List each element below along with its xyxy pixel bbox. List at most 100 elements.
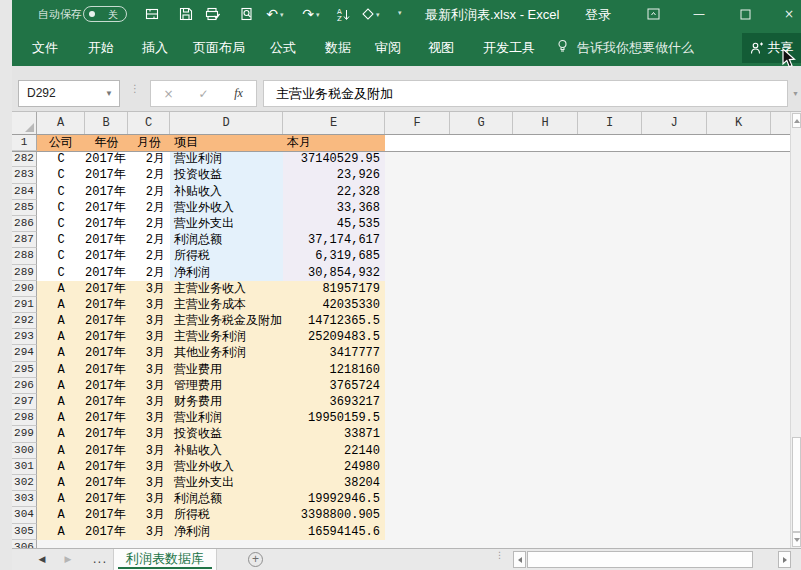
cell-E303[interactable]: 19992946.5 [283,491,385,507]
redo-icon[interactable]: ↷ [299,5,317,23]
cell-K283[interactable] [707,167,771,183]
cell-D305[interactable]: 净利润 [170,524,283,540]
cell-K303[interactable] [707,491,771,507]
cell-I300[interactable] [578,443,642,459]
print-preview-icon[interactable] [238,5,256,23]
cell-B303[interactable]: 2017年 [85,491,128,507]
cell-I284[interactable] [578,184,642,200]
cell-D1[interactable]: 项目 [170,135,283,151]
cell-J302[interactable] [642,475,707,491]
cell-A291[interactable]: A [37,297,85,313]
cell-H298[interactable] [513,410,578,426]
cell-I306[interactable] [578,540,642,548]
cell-A288[interactable]: C [37,248,85,264]
cell-I287[interactable] [578,232,642,248]
cell-L293[interactable] [771,329,790,345]
cell-C305[interactable]: 3月 [128,524,170,540]
form-icon[interactable] [143,5,161,23]
cell-L296[interactable] [771,378,790,394]
cell-K293[interactable] [707,329,771,345]
cell-J306[interactable] [642,540,707,548]
scroll-right-button[interactable] [778,551,791,568]
name-box-dropdown-icon[interactable]: ▼ [105,81,113,106]
row-header-293[interactable]: 293 [12,329,37,345]
prev-sheet-button[interactable]: ◀ [35,549,49,570]
row-header-296[interactable]: 296 [12,378,37,394]
cell-F293[interactable] [385,329,450,345]
cell-D295[interactable]: 营业费用 [170,362,283,378]
cell-D291[interactable]: 主营业务成本 [170,297,283,313]
cell-B289[interactable]: 2017年 [85,265,128,281]
cell-L284[interactable] [771,184,790,200]
cell-F306[interactable] [385,540,450,548]
cell-L289[interactable] [771,265,790,281]
cell-J300[interactable] [642,443,707,459]
ribbon-tab-view[interactable]: 视图 [428,39,454,57]
cell-H303[interactable] [513,491,578,507]
cell-H297[interactable] [513,394,578,410]
cell-L298[interactable] [771,410,790,426]
column-header-K[interactable]: K [707,112,771,134]
cell-E302[interactable]: 38204 [283,475,385,491]
cell-I302[interactable] [578,475,642,491]
cell-F284[interactable] [385,184,450,200]
cell-L283[interactable] [771,167,790,183]
tab-scroll-splitter[interactable]: ⋮ [495,553,499,557]
ribbon-tab-data[interactable]: 数据 [325,39,351,57]
formula-bar-splitter[interactable]: ⋮ [130,86,134,104]
cell-J283[interactable] [642,167,707,183]
cell-L301[interactable] [771,459,790,475]
cell-C303[interactable]: 3月 [128,491,170,507]
quick-print-icon[interactable] [203,5,221,23]
row-header-285[interactable]: 285 [12,200,37,216]
vertical-scrollbar[interactable] [790,112,801,548]
cell-C296[interactable]: 3月 [128,378,170,394]
row-header-282[interactable]: 282 [12,151,37,167]
cell-F294[interactable] [385,345,450,361]
cell-B296[interactable]: 2017年 [85,378,128,394]
cell-F289[interactable] [385,265,450,281]
cell-A306[interactable] [37,540,85,548]
cell-B1[interactable]: 年份 [85,135,128,151]
cell-A304[interactable]: A [37,507,85,523]
cell-C299[interactable]: 3月 [128,426,170,442]
cell-E306[interactable] [283,540,385,548]
cell-K286[interactable] [707,216,771,232]
column-header-B[interactable]: B [85,112,128,134]
column-header-C[interactable]: C [128,112,170,134]
cell-J303[interactable] [642,491,707,507]
cell-L285[interactable] [771,200,790,216]
customize-qat-icon[interactable]: ▾ [398,9,402,17]
ribbon-display-options-icon[interactable] [638,0,668,28]
cell-C293[interactable]: 3月 [128,329,170,345]
cell-F282[interactable] [385,151,450,167]
cell-C294[interactable]: 3月 [128,345,170,361]
cell-L290[interactable] [771,281,790,297]
cell-J282[interactable] [642,151,707,167]
cell-F305[interactable] [385,524,450,540]
cell-K301[interactable] [707,459,771,475]
row-header-294[interactable]: 294 [12,345,37,361]
cell-J1[interactable] [642,135,707,151]
cell-F302[interactable] [385,475,450,491]
cell-J301[interactable] [642,459,707,475]
column-header-G[interactable]: G [450,112,513,134]
cell-H282[interactable] [513,151,578,167]
cell-E296[interactable]: 3765724 [283,378,385,394]
cell-K295[interactable] [707,362,771,378]
name-box[interactable]: D292 ▼ [18,80,120,107]
cell-J299[interactable] [642,426,707,442]
cell-D285[interactable]: 营业外收入 [170,200,283,216]
cell-I293[interactable] [578,329,642,345]
cell-D306[interactable] [170,540,283,548]
row-header-290[interactable]: 290 [12,281,37,297]
cell-H285[interactable] [513,200,578,216]
cell-B287[interactable]: 2017年 [85,232,128,248]
cell-E293[interactable]: 25209483.5 [283,329,385,345]
cell-C286[interactable]: 2月 [128,216,170,232]
row-header-1[interactable]: 1 [12,135,37,151]
cell-F287[interactable] [385,232,450,248]
cell-H300[interactable] [513,443,578,459]
cell-G289[interactable] [450,265,513,281]
cell-A305[interactable]: A [37,524,85,540]
